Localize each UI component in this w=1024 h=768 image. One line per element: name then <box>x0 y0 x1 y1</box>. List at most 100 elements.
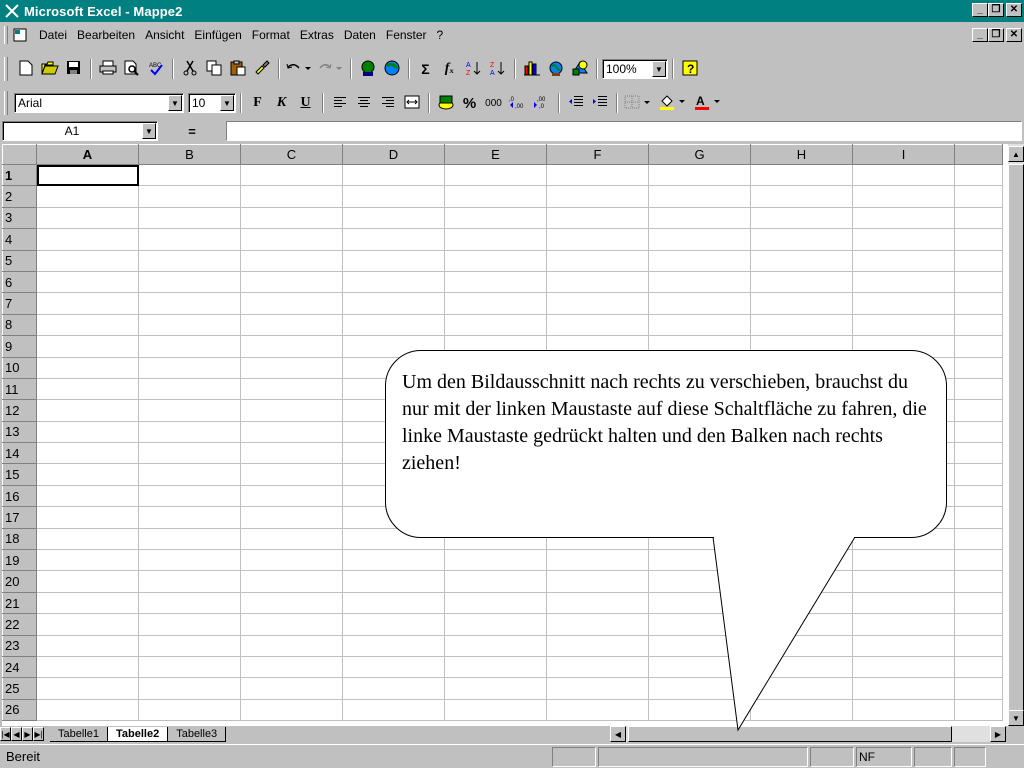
cell[interactable] <box>648 549 751 572</box>
cell[interactable] <box>546 292 649 315</box>
minimize-button[interactable]: _ <box>972 3 988 17</box>
cell[interactable] <box>240 485 343 508</box>
cell[interactable] <box>138 699 241 722</box>
cell[interactable] <box>36 271 139 294</box>
cell[interactable] <box>36 656 139 679</box>
name-box-dropdown-arrow-icon[interactable]: ▼ <box>142 123 156 139</box>
row-header[interactable]: 10 <box>2 356 37 379</box>
cell[interactable] <box>240 357 343 379</box>
web-toolbar-button[interactable] <box>356 58 379 80</box>
cell[interactable] <box>750 635 853 657</box>
cell[interactable] <box>240 164 343 187</box>
menu-help[interactable]: ? <box>432 28 449 42</box>
cell[interactable] <box>444 549 547 572</box>
cell[interactable] <box>546 185 649 208</box>
cell[interactable] <box>36 677 139 700</box>
cell[interactable] <box>648 592 751 615</box>
merge-center-button[interactable] <box>400 92 423 114</box>
cell[interactable] <box>342 250 445 272</box>
cell[interactable] <box>36 635 139 657</box>
cell[interactable] <box>750 677 853 700</box>
underline-button[interactable]: U <box>294 92 317 114</box>
cell[interactable] <box>546 549 649 572</box>
font-size-select[interactable]: 10 ▼ <box>188 93 236 113</box>
prev-sheet-button[interactable]: ◀ <box>11 727 22 741</box>
cell[interactable] <box>954 463 1003 486</box>
column-header[interactable]: C <box>240 144 343 165</box>
row-header[interactable]: 1 <box>2 163 37 187</box>
decrease-decimal-button[interactable]: ,00,0 <box>530 92 553 114</box>
row-header[interactable]: 18 <box>2 527 37 551</box>
autosum-button[interactable]: Σ <box>414 58 437 80</box>
cell[interactable] <box>750 164 853 187</box>
toolbar-grip[interactable] <box>4 57 8 81</box>
cell[interactable] <box>138 463 241 486</box>
cell[interactable] <box>954 335 1003 358</box>
italic-button[interactable]: K <box>270 92 293 114</box>
cell[interactable] <box>954 250 1003 272</box>
cell[interactable] <box>852 656 955 679</box>
cell[interactable] <box>36 421 139 444</box>
cell[interactable] <box>444 592 547 615</box>
cell[interactable] <box>954 506 1003 529</box>
cell[interactable] <box>750 292 853 315</box>
cell[interactable] <box>138 207 241 230</box>
cell[interactable] <box>342 677 445 700</box>
cell[interactable] <box>954 357 1003 379</box>
paste-button[interactable] <box>226 58 249 80</box>
cell[interactable] <box>852 314 955 337</box>
cell[interactable] <box>138 635 241 657</box>
cell[interactable] <box>240 699 343 722</box>
cell[interactable] <box>750 570 853 593</box>
row-header[interactable]: 19 <box>2 549 37 572</box>
cell[interactable] <box>342 228 445 251</box>
cell[interactable] <box>138 185 241 208</box>
cell[interactable] <box>36 442 139 465</box>
cell[interactable] <box>240 399 343 422</box>
sort-desc-button[interactable]: ZA <box>486 58 509 80</box>
cell[interactable] <box>138 677 241 700</box>
menu-einfuegen[interactable]: Einfügen <box>189 28 246 42</box>
chart-wizard-button[interactable] <box>520 58 543 80</box>
currency-button[interactable] <box>434 92 457 114</box>
open-button[interactable] <box>38 58 61 80</box>
cell[interactable] <box>648 207 751 230</box>
font-size-dropdown-arrow-icon[interactable]: ▼ <box>220 95 234 111</box>
cell[interactable] <box>954 549 1003 572</box>
cell[interactable] <box>648 656 751 679</box>
thousands-separator-button[interactable]: 000 <box>482 92 505 114</box>
percent-button[interactable]: % <box>458 92 481 114</box>
hyperlink-button[interactable] <box>380 58 403 80</box>
cell[interactable] <box>648 699 751 722</box>
cell[interactable] <box>852 228 955 251</box>
vertical-scrollbar[interactable]: ▲ ▼ <box>1008 144 1024 726</box>
cell[interactable] <box>852 570 955 593</box>
row-header[interactable]: 16 <box>2 484 37 508</box>
scroll-left-button[interactable]: ◀ <box>610 726 626 742</box>
row-header[interactable]: 8 <box>2 313 37 337</box>
map-button[interactable] <box>544 58 567 80</box>
row-header[interactable]: 3 <box>2 206 37 230</box>
row-header[interactable]: 14 <box>2 442 37 465</box>
cell[interactable] <box>852 635 955 657</box>
help-button[interactable]: ? <box>678 58 701 80</box>
restore-button[interactable]: ❐ <box>988 3 1004 17</box>
cell[interactable] <box>138 506 241 529</box>
cell[interactable] <box>444 164 547 187</box>
cell[interactable] <box>240 421 343 444</box>
column-header[interactable]: E <box>444 144 547 165</box>
cell[interactable] <box>240 378 343 401</box>
column-header[interactable]: B <box>138 144 241 165</box>
cell[interactable] <box>342 635 445 657</box>
sort-asc-button[interactable]: AZ <box>462 58 485 80</box>
cell[interactable] <box>750 271 853 294</box>
row-header[interactable]: 4 <box>2 228 37 251</box>
cell[interactable] <box>444 699 547 722</box>
column-header[interactable]: A <box>36 144 139 165</box>
print-preview-button[interactable] <box>120 58 143 80</box>
cell[interactable] <box>852 164 955 187</box>
cell[interactable] <box>342 656 445 679</box>
sheet-tab-tabelle2[interactable]: Tabelle2 <box>107 726 169 742</box>
row-header[interactable]: 12 <box>2 399 37 422</box>
cell[interactable] <box>240 592 343 615</box>
